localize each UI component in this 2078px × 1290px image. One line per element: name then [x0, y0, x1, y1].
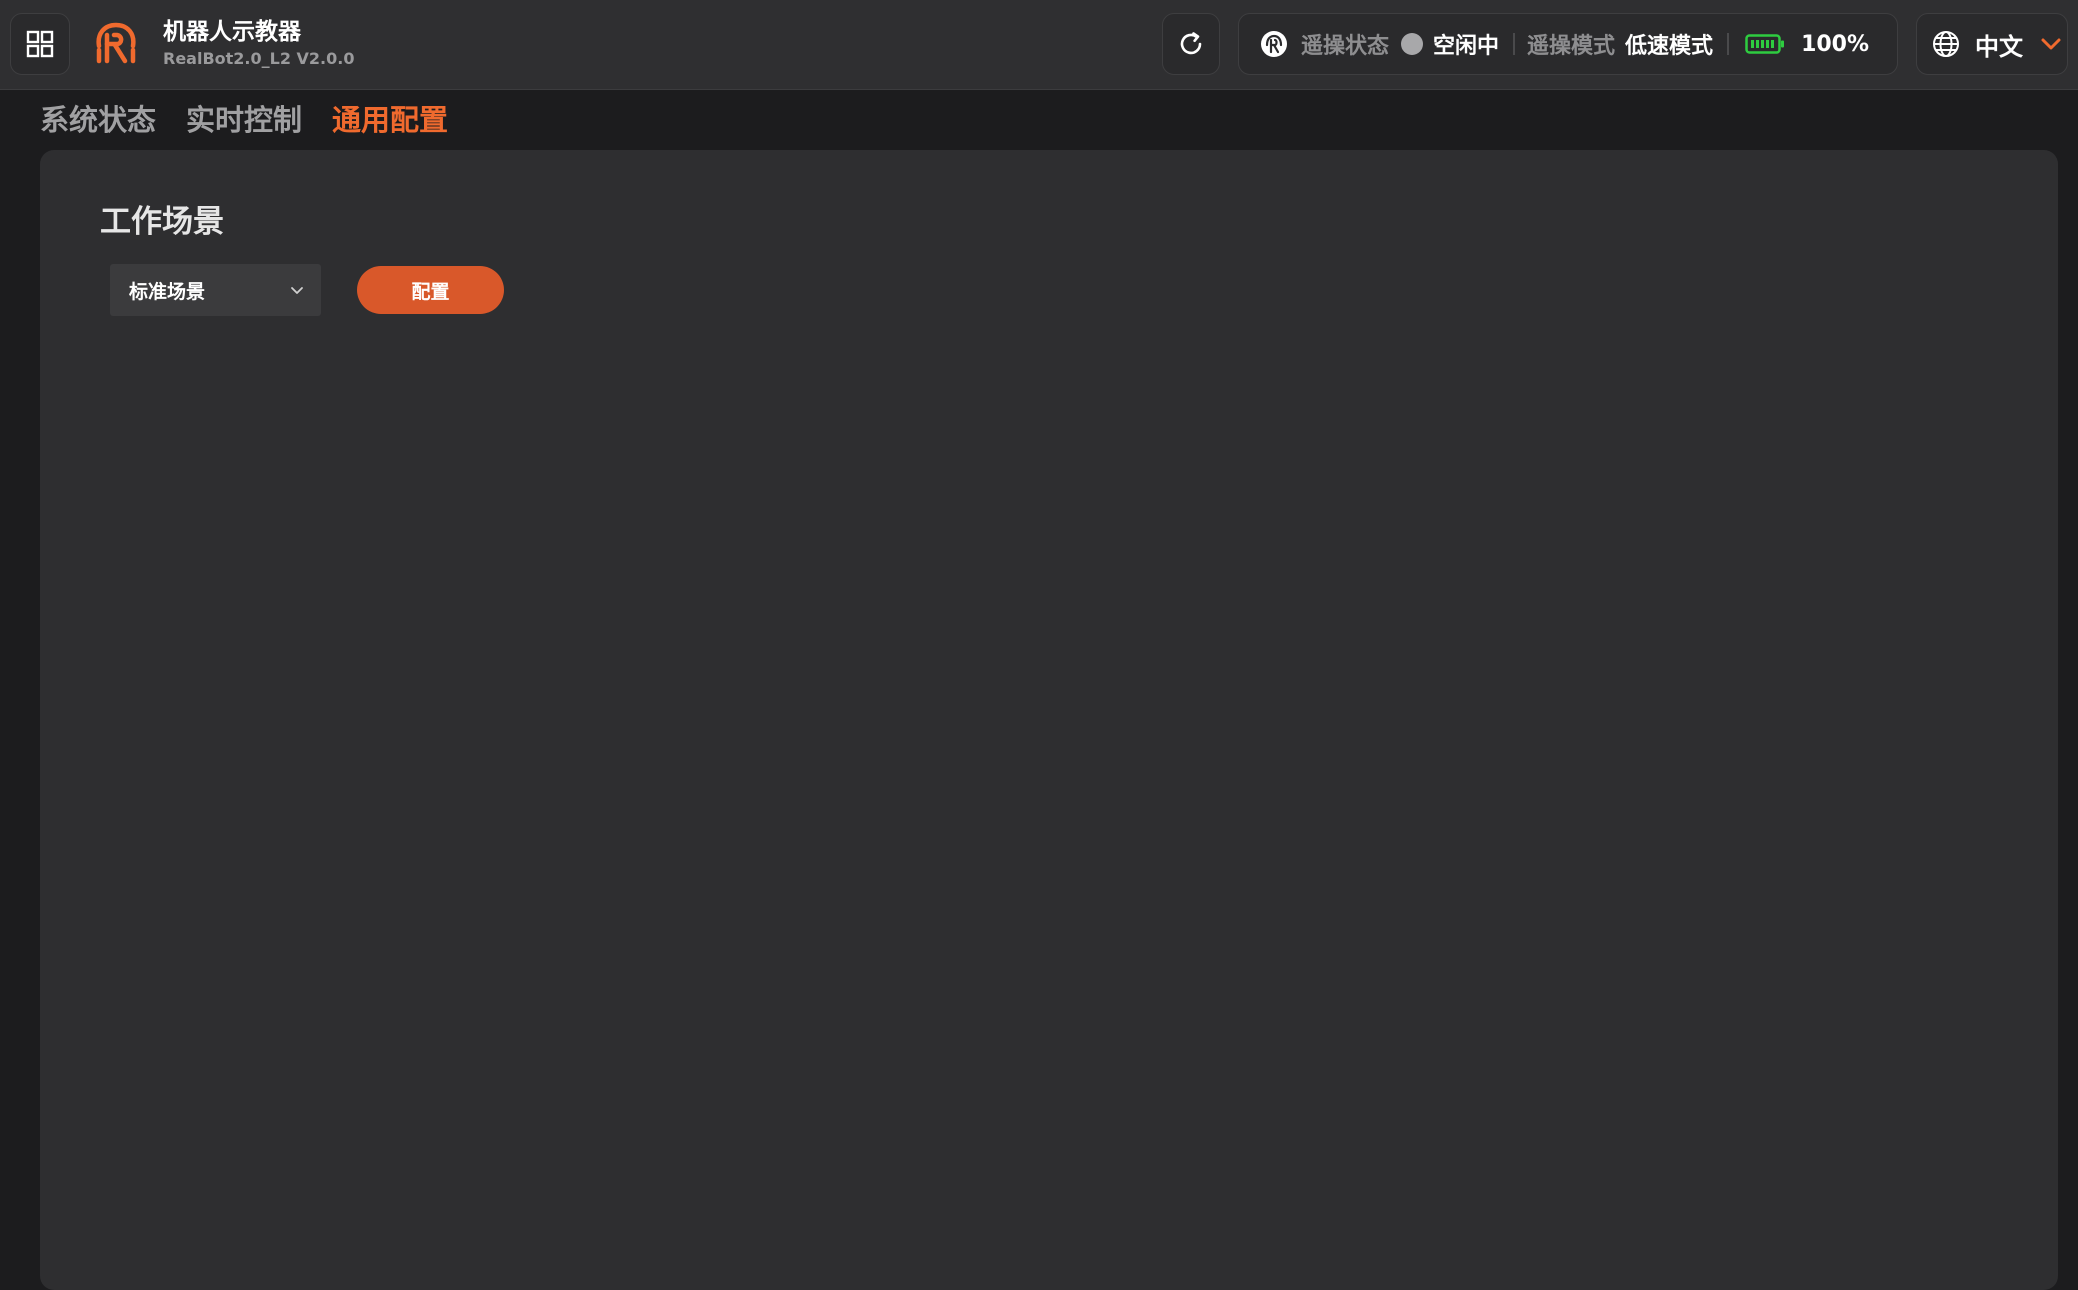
- section-title: 工作场景: [100, 204, 224, 240]
- config-button[interactable]: 配置: [357, 266, 504, 314]
- divider: [1513, 33, 1516, 55]
- app-version: RealBot2.0_L2 V2.0.0: [163, 49, 355, 68]
- tab-system-status[interactable]: 系统状态: [40, 98, 156, 142]
- language-selector[interactable]: 中文: [1916, 13, 2068, 75]
- scene-select[interactable]: 标准场景: [110, 264, 321, 316]
- battery-percent: 100%: [1801, 31, 1870, 57]
- teleop-mode-value: 低速模式: [1625, 34, 1714, 59]
- refresh-button[interactable]: [1162, 13, 1220, 75]
- main-tabs: 系统状态 实时控制 通用配置: [40, 98, 448, 142]
- teleop-status-label: 遥操状态: [1301, 34, 1390, 59]
- refresh-icon: [1180, 32, 1202, 55]
- globe-icon: [1933, 31, 1959, 57]
- teleop-mode-label: 遥操模式: [1527, 34, 1616, 59]
- divider: [1727, 33, 1730, 55]
- robot-logo-icon: [96, 22, 136, 64]
- battery-full-icon: [1745, 33, 1785, 55]
- grid-icon: [26, 30, 54, 58]
- teleop-status-value: 空闲中: [1433, 34, 1500, 59]
- chevron-down-icon: [291, 287, 303, 294]
- apps-menu-button[interactable]: [10, 13, 70, 75]
- language-label: 中文: [1975, 32, 2023, 61]
- config-panel: 工作场景 标准场景 配置: [40, 150, 2058, 1290]
- teleop-status-panel: 遥操状态 空闲中 遥操模式 低速模式 100%: [1238, 13, 1898, 75]
- chevron-down-icon: [2041, 38, 2061, 50]
- scene-select-value: 标准场景: [129, 280, 206, 303]
- status-indicator-dot: [1401, 33, 1424, 55]
- app-title: 机器人示教器: [163, 19, 301, 45]
- top-header: 机器人示教器 RealBot2.0_L2 V2.0.0 遥操状态 空闲中 遥操模…: [0, 0, 2078, 90]
- robot-head-icon: [1259, 29, 1289, 59]
- tab-realtime-control[interactable]: 实时控制: [186, 98, 302, 142]
- tab-general-config[interactable]: 通用配置: [332, 98, 448, 142]
